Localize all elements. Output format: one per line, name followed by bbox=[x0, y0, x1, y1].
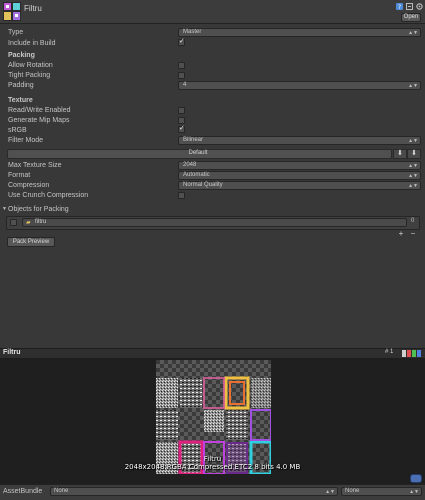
chevron-down-icon: ▲▼ bbox=[409, 489, 419, 495]
format-dropdown[interactable]: Automatic ▲▼ bbox=[178, 171, 421, 180]
channel-toggles[interactable] bbox=[402, 350, 422, 357]
help-icon[interactable]: ? bbox=[396, 3, 403, 10]
chevron-down-icon: ▲▼ bbox=[408, 83, 418, 89]
allow-rotation-checkbox[interactable] bbox=[178, 62, 185, 69]
object-field[interactable]: ▰ filtru bbox=[22, 218, 407, 227]
atlas-info-label: 2048x2048 RGBA Compressed ETC2 8 bits 4.… bbox=[124, 463, 301, 471]
filter-mode-label: Filter Mode bbox=[8, 137, 44, 144]
tight-packing-checkbox[interactable] bbox=[178, 72, 185, 79]
preview-title: Filtru bbox=[3, 349, 21, 356]
max-texture-size-value: 2048 bbox=[183, 162, 197, 168]
allow-rotation-label: Allow Rotation bbox=[8, 62, 53, 69]
badge-icon bbox=[410, 474, 422, 483]
max-texture-size-label: Max Texture Size bbox=[8, 162, 62, 169]
assetbundle-label: AssetBundle bbox=[3, 488, 43, 495]
presets-icon[interactable] bbox=[406, 3, 413, 10]
chevron-down-icon: ▲▼ bbox=[408, 163, 418, 169]
include-in-build-label: Include in Build bbox=[8, 40, 56, 47]
foldout-arrow-icon[interactable]: ▼ bbox=[2, 206, 7, 212]
crunch-checkbox[interactable] bbox=[178, 192, 185, 199]
open-button[interactable]: Open bbox=[401, 13, 421, 22]
asset-title: Filtru bbox=[24, 4, 42, 13]
page-selector[interactable]: # 1 bbox=[385, 349, 393, 355]
padding-value: 4 bbox=[183, 82, 187, 88]
read-write-checkbox[interactable] bbox=[178, 107, 185, 114]
assetbundle-value: None bbox=[54, 488, 69, 494]
compression-value: Normal Quality bbox=[183, 182, 223, 188]
chevron-down-icon: ▲▼ bbox=[408, 173, 418, 179]
folder-icon: ▰ bbox=[26, 220, 31, 226]
texture-section-title: Texture bbox=[8, 97, 33, 104]
max-texture-size-dropdown[interactable]: 2048 ▲▼ bbox=[178, 161, 421, 170]
chevron-down-icon: ▲▼ bbox=[408, 30, 418, 36]
mip-maps-label: Generate Mip Maps bbox=[8, 117, 70, 124]
packing-section-title: Packing bbox=[8, 52, 35, 59]
crunch-label: Use Crunch Compression bbox=[8, 192, 89, 199]
pack-preview-button[interactable]: Pack Preview bbox=[7, 237, 55, 247]
assetbundle-dropdown[interactable]: None ▲▼ bbox=[50, 487, 338, 496]
svg-text:?: ? bbox=[398, 4, 401, 10]
type-label: Type bbox=[8, 29, 24, 36]
preview-header bbox=[0, 348, 425, 359]
read-write-label: Read/Write Enabled bbox=[8, 107, 71, 114]
remove-item-button[interactable]: − bbox=[408, 230, 418, 238]
object-field-value: filtru bbox=[35, 219, 47, 225]
tight-packing-label: Tight Packing bbox=[8, 72, 51, 79]
type-value: Master bbox=[183, 29, 202, 35]
padding-label: Padding bbox=[8, 82, 34, 89]
list-item-drag-handle[interactable] bbox=[10, 219, 17, 226]
assetbundle-variant-dropdown[interactable]: None ▲▼ bbox=[341, 487, 422, 496]
mip-maps-checkbox[interactable] bbox=[178, 117, 185, 124]
tab-default[interactable]: Default bbox=[178, 150, 218, 158]
inspector-header bbox=[0, 0, 425, 24]
list-item-index: 0 bbox=[411, 218, 415, 224]
assetbundle-variant-value: None bbox=[345, 488, 360, 494]
compression-dropdown[interactable]: Normal Quality ▲▼ bbox=[178, 181, 421, 190]
add-item-button[interactable]: + bbox=[396, 230, 406, 238]
srgb-checkbox[interactable] bbox=[178, 124, 185, 133]
chevron-down-icon: ▲▼ bbox=[325, 489, 335, 495]
sprite-atlas-icon bbox=[3, 2, 21, 21]
download-icon[interactable]: ⬇ bbox=[393, 149, 407, 159]
filter-mode-value: Bilinear bbox=[183, 137, 204, 143]
settings-gear-icon[interactable] bbox=[416, 3, 423, 10]
format-label: Format bbox=[8, 172, 31, 179]
format-value: Automatic bbox=[183, 172, 210, 178]
chevron-down-icon: ▲▼ bbox=[408, 138, 418, 144]
type-dropdown[interactable]: Master ▲▼ bbox=[178, 28, 421, 37]
srgb-label: sRGB bbox=[8, 127, 27, 134]
chevron-down-icon: ▲▼ bbox=[408, 183, 418, 189]
atlas-name-label: Filtru bbox=[203, 455, 222, 463]
compression-label: Compression bbox=[8, 182, 50, 189]
filter-mode-dropdown[interactable]: Bilinear ▲▼ bbox=[178, 136, 421, 145]
objects-for-packing-title: Objects for Packing bbox=[8, 206, 69, 213]
include-in-build-checkbox[interactable] bbox=[178, 37, 185, 46]
padding-dropdown[interactable]: 4 ▲▼ bbox=[178, 81, 421, 90]
android-icon[interactable]: ⬇ bbox=[407, 149, 421, 159]
